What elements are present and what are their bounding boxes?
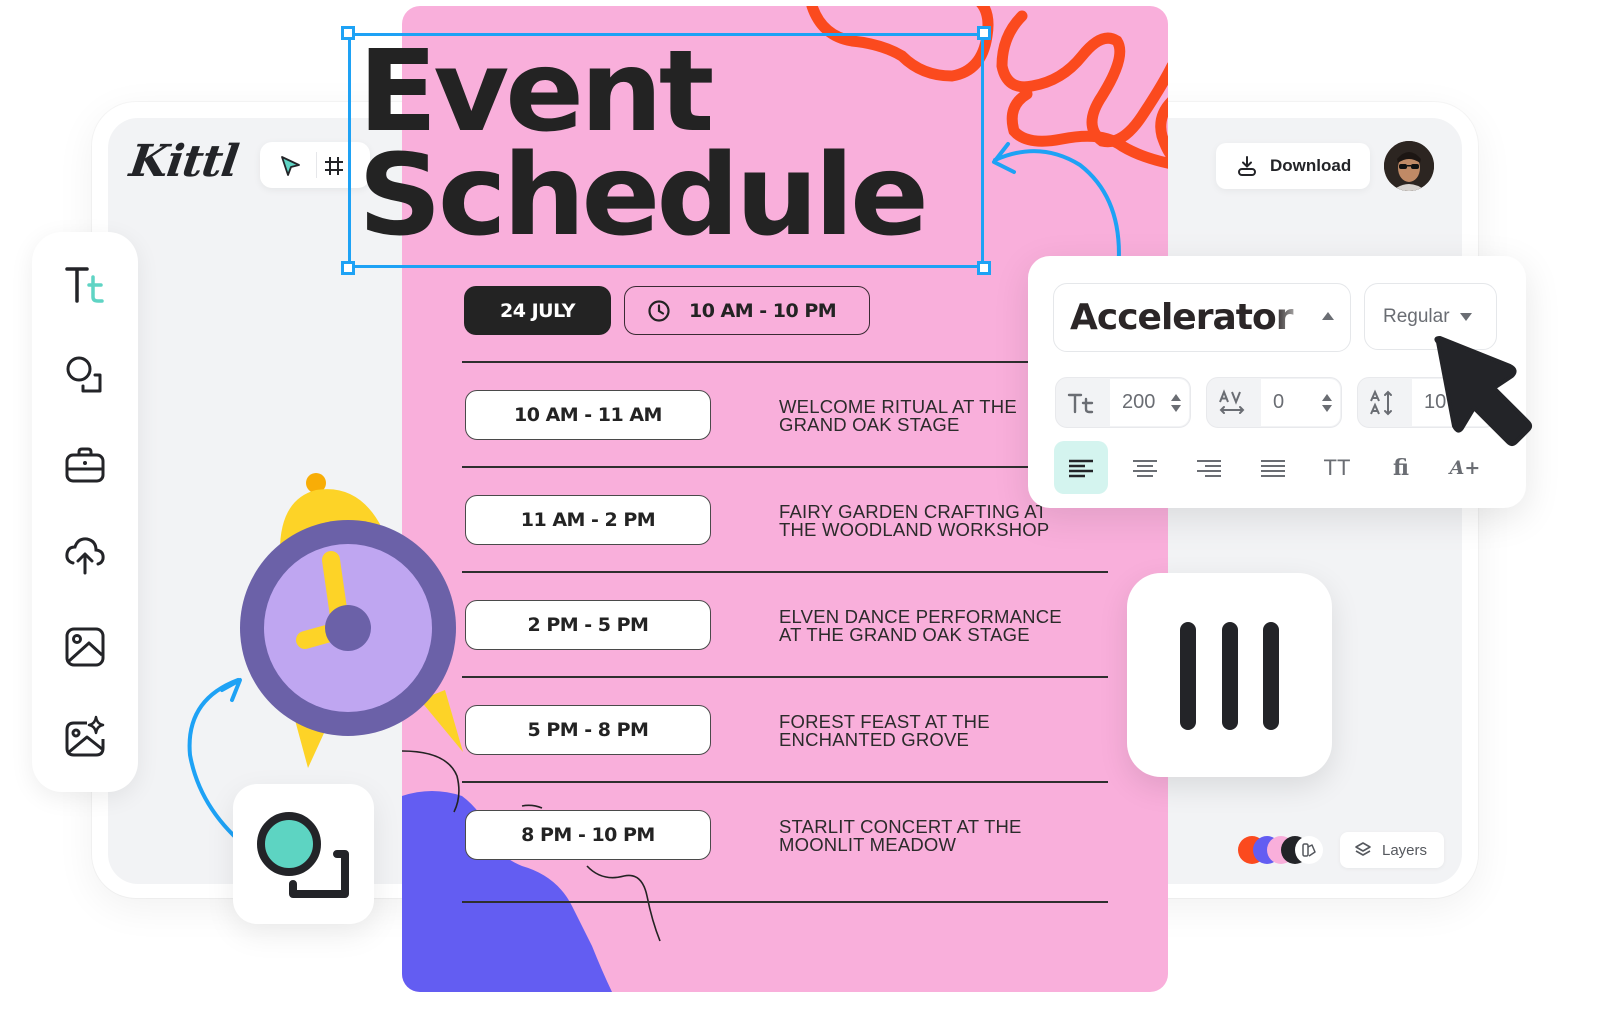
title-line-2: Schedule xyxy=(358,131,929,261)
font-size-value: 200 xyxy=(1122,391,1156,413)
layers-icon xyxy=(1355,842,1371,856)
sidebar-item-uploads[interactable] xyxy=(60,530,110,580)
resize-handle-bottom-left[interactable] xyxy=(341,261,355,275)
line-height-icon xyxy=(1368,388,1398,418)
pause-bar-icon xyxy=(1180,622,1196,730)
time-slot-2[interactable]: 11 AM - 2 PM xyxy=(465,495,711,545)
color-palette-icon xyxy=(1302,843,1316,857)
palette-icon-swatch xyxy=(1295,836,1323,864)
align-center-icon xyxy=(1133,459,1157,477)
uppercase-button[interactable]: TT xyxy=(1310,441,1364,494)
select-tool-button[interactable] xyxy=(278,154,302,178)
resize-handle-top-right[interactable] xyxy=(977,26,991,40)
divider-line xyxy=(462,466,1108,468)
sidebar-item-templates[interactable] xyxy=(60,440,110,490)
shapes-icon xyxy=(66,356,102,393)
kittl-logo[interactable]: Kittl xyxy=(126,136,240,187)
align-center-button[interactable] xyxy=(1118,441,1172,494)
font-weight-value: Regular xyxy=(1383,305,1450,327)
shapes-icon xyxy=(257,812,349,898)
layers-label: Layers xyxy=(1382,841,1428,859)
user-avatar[interactable] xyxy=(1384,141,1434,191)
align-left-button[interactable] xyxy=(1054,441,1108,494)
letter-spacing-field: 0 xyxy=(1206,377,1342,428)
align-left-icon xyxy=(1069,459,1093,477)
align-justify-icon xyxy=(1261,459,1285,477)
ai-image-sparkle-icon xyxy=(65,715,105,757)
download-button[interactable]: Download xyxy=(1216,143,1370,189)
event-desc-2[interactable]: FAIRY GARDEN CRAFTING AT THE WOODLAND WO… xyxy=(779,502,1079,539)
shapes-tool-tile[interactable] xyxy=(233,784,374,924)
toolbar-divider xyxy=(316,152,317,178)
time-slot-1[interactable]: 10 AM - 11 AM xyxy=(465,390,711,440)
resize-handle-top-left[interactable] xyxy=(341,26,355,40)
left-sidebar xyxy=(32,232,138,792)
divider-line xyxy=(462,901,1108,903)
poster-title[interactable]: Event Schedule xyxy=(358,27,929,261)
sidebar-item-ai-images[interactable] xyxy=(60,712,110,762)
ligature-icon: fi xyxy=(1393,454,1409,481)
pause-bar-icon xyxy=(1263,622,1279,730)
cloud-upload-icon xyxy=(65,537,105,575)
layers-button[interactable]: Layers xyxy=(1340,832,1444,868)
cursor-arrow-icon xyxy=(281,156,300,176)
caret-down-icon xyxy=(1459,312,1472,321)
divider-line xyxy=(462,676,1108,678)
align-right-icon xyxy=(1197,459,1221,477)
squiggle-right xyxy=(996,10,1168,148)
tool-toolbar xyxy=(260,142,370,188)
uppercase-icon: TT xyxy=(1323,454,1351,480)
event-desc-4[interactable]: FOREST FEAST AT THE ENCHANTED GROVE xyxy=(779,712,1079,749)
font-size-stepper-icon[interactable] xyxy=(1170,391,1182,415)
event-desc-3[interactable]: ELVEN DANCE PERFORMANCE AT THE GRAND OAK… xyxy=(779,607,1079,644)
letter-spacing-stepper-icon[interactable] xyxy=(1321,391,1333,415)
align-right-button[interactable] xyxy=(1182,441,1236,494)
image-icon xyxy=(65,627,105,667)
ligatures-button[interactable]: fi xyxy=(1374,441,1428,494)
sidebar-item-photos[interactable] xyxy=(60,622,110,672)
letter-spacing-value: 0 xyxy=(1273,391,1285,413)
clock-icon xyxy=(648,299,670,322)
font-size-field: 200 xyxy=(1055,377,1191,428)
time-slot-3[interactable]: 2 PM - 5 PM xyxy=(465,600,711,650)
hours-text: 10 AM - 10 PM xyxy=(689,299,837,322)
hours-badge[interactable]: 10 AM - 10 PM xyxy=(624,286,870,335)
title-line-1: Event xyxy=(358,27,714,157)
sidebar-item-elements[interactable] xyxy=(60,350,110,400)
time-slot-5[interactable]: 8 PM - 10 PM xyxy=(465,810,711,860)
divider-line xyxy=(462,361,1108,363)
font-family-value: Accelerator xyxy=(1070,297,1293,338)
sidebar-item-text[interactable] xyxy=(60,260,110,310)
font-size-icon xyxy=(1066,388,1096,418)
mouse-pointer-icon xyxy=(1434,336,1532,446)
align-justify-button[interactable] xyxy=(1246,441,1300,494)
text-tool-icon xyxy=(65,267,104,303)
avatar-portrait-icon xyxy=(1384,141,1434,191)
event-desc-5[interactable]: STARLIT CONCERT AT THE MOONLIT MEADOW xyxy=(779,817,1079,854)
font-family-dropdown[interactable]: Accelerator xyxy=(1053,283,1351,352)
letter-spacing-icon xyxy=(1217,388,1247,418)
time-slot-4[interactable]: 5 PM - 8 PM xyxy=(465,705,711,755)
download-icon xyxy=(1238,156,1256,176)
briefcase-icon xyxy=(65,447,105,483)
pause-bar-icon xyxy=(1222,622,1238,730)
squiggle-edge xyxy=(1155,97,1168,160)
pause-animation-tile[interactable] xyxy=(1127,573,1332,777)
caret-up-icon xyxy=(1322,312,1334,320)
divider-line xyxy=(462,571,1108,573)
date-badge[interactable]: 24 JULY xyxy=(464,286,611,335)
download-label: Download xyxy=(1270,156,1352,175)
frame-hash-icon xyxy=(325,157,343,175)
frame-tool-button[interactable] xyxy=(322,154,346,178)
divider-line xyxy=(462,781,1108,783)
color-palette-swatches[interactable] xyxy=(1238,836,1328,866)
resize-handle-bottom-right[interactable] xyxy=(977,261,991,275)
